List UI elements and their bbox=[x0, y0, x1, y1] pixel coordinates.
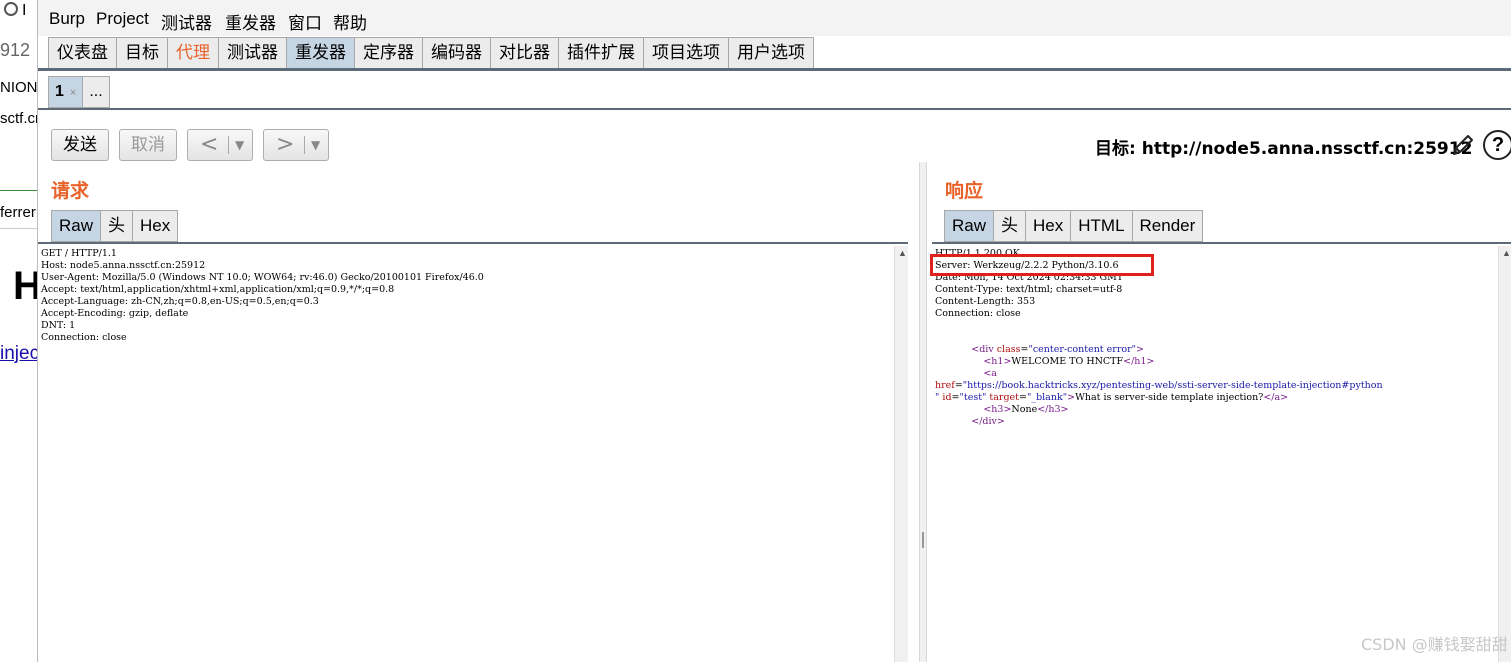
bg-heading-fragment: H bbox=[13, 264, 40, 308]
help-icon[interactable]: ? bbox=[1483, 130, 1511, 160]
main-tabs: 仪表盘 目标 代理 测试器 重发器 定序器 编码器 对比器 插件扩展 项目选项 … bbox=[48, 37, 814, 69]
code-line: Accept: text/html,application/xhtml+xml,… bbox=[41, 284, 395, 295]
bg-text-fragment: NION bbox=[0, 79, 38, 96]
code-line: " id="test" target="_blank">What is serv… bbox=[935, 392, 1289, 403]
radio-icon[interactable] bbox=[4, 2, 18, 16]
code-line: <h1>WELCOME TO HNCTF</h1> bbox=[983, 356, 1155, 367]
main-tabs-underline bbox=[38, 68, 1511, 71]
tab-sequencer[interactable]: 定序器 bbox=[354, 37, 422, 69]
send-button[interactable]: 发送 bbox=[51, 129, 109, 161]
menu-project[interactable]: Project bbox=[96, 9, 149, 29]
bg-text-fragment: sctf.cr bbox=[0, 110, 40, 127]
back-button[interactable]: < ▼ bbox=[187, 129, 253, 161]
repeater-subtabs: 1 × ... bbox=[48, 76, 110, 108]
tab-proxy[interactable]: 代理 bbox=[167, 37, 218, 69]
bg-text-fragment: 912 bbox=[0, 40, 31, 60]
response-tab-raw[interactable]: Raw bbox=[944, 210, 994, 242]
forward-button[interactable]: > ▼ bbox=[263, 129, 329, 161]
tab-project-options[interactable]: 项目选项 bbox=[643, 37, 728, 69]
response-tab-render[interactable]: Render bbox=[1131, 210, 1204, 242]
code-line: GET / HTTP/1.1 bbox=[41, 248, 117, 259]
tab-extender[interactable]: 插件扩展 bbox=[558, 37, 643, 69]
split-separator bbox=[304, 136, 305, 154]
cancel-button[interactable]: 取消 bbox=[119, 129, 177, 161]
pencil-icon[interactable] bbox=[1449, 131, 1477, 159]
watermark: CSDN @赚钱娶甜甜 bbox=[1361, 635, 1508, 654]
code-line: Connection: close bbox=[935, 308, 1021, 319]
background-browser-page: I 912 NION sctf.cr ferrer H injec bbox=[0, 0, 40, 662]
request-scrollbar[interactable]: ▲ bbox=[894, 246, 908, 662]
menu-help[interactable]: 帮助 bbox=[333, 9, 367, 34]
subtabs-underline bbox=[38, 108, 1511, 110]
code-line: Accept-Encoding: gzip, deflate bbox=[41, 308, 189, 319]
menu-window[interactable]: 窗口 bbox=[288, 9, 322, 34]
menu-repeater[interactable]: 重发器 bbox=[225, 9, 276, 34]
menubar: Burp Project 测试器 重发器 窗口 帮助 bbox=[38, 0, 1511, 36]
response-editor[interactable]: HTTP/1.1 200 OK Server: Werkzeug/2.2.2 Py… bbox=[932, 242, 1511, 662]
bg-text-fragment: ferrer bbox=[0, 204, 36, 221]
chevron-down-icon[interactable]: ▼ bbox=[235, 130, 244, 160]
repeater-tab-label: 1 bbox=[55, 83, 64, 100]
response-tab-html[interactable]: HTML bbox=[1070, 210, 1132, 242]
splitter-grip[interactable] bbox=[922, 532, 924, 548]
code-line: Content-Length: 353 bbox=[935, 296, 1036, 307]
code-line: Connection: close bbox=[41, 332, 127, 343]
back-arrow-icon: < bbox=[200, 132, 219, 157]
request-editor[interactable]: GET / HTTP/1.1 Host: node5.anna.nssctf.cn… bbox=[38, 242, 908, 662]
target-label: 目标: http://node5.anna.nssctf.cn:25912 bbox=[1095, 139, 1473, 159]
request-tab-hex[interactable]: Hex bbox=[132, 210, 179, 242]
burp-window: Burp Project 测试器 重发器 窗口 帮助 仪表盘 目标 代理 测试器… bbox=[37, 0, 1511, 662]
response-view-tabs: Raw 头 Hex HTML Render bbox=[944, 210, 1204, 242]
bg-link-fragment[interactable]: injec bbox=[0, 343, 39, 365]
code-line: <div class="center-content error"> bbox=[971, 344, 1144, 355]
tab-target[interactable]: 目标 bbox=[116, 37, 167, 69]
forward-arrow-icon: > bbox=[276, 132, 295, 157]
code-line: Content-Type: text/html; charset=utf-8 bbox=[935, 284, 1123, 295]
scroll-up-icon[interactable]: ▲ bbox=[898, 248, 907, 258]
request-tab-headers[interactable]: 头 bbox=[100, 210, 133, 242]
repeater-tab-1[interactable]: 1 × bbox=[48, 76, 83, 108]
code-line: User-Agent: Mozilla/5.0 (Windows NT 10.0… bbox=[41, 272, 484, 283]
response-tab-hex[interactable]: Hex bbox=[1025, 210, 1071, 242]
code-line: Accept-Language: zh-CN,zh;q=0.8,en-US;q=… bbox=[41, 296, 319, 307]
menu-burp[interactable]: Burp bbox=[49, 9, 85, 29]
repeater-toolbar: 发送 取消 < ▼ > ▼ bbox=[51, 129, 329, 161]
repeater-tab-new[interactable]: ... bbox=[82, 76, 110, 108]
bg-divider bbox=[0, 190, 40, 191]
response-scrollbar[interactable]: ▲ bbox=[1498, 246, 1511, 662]
pane-splitter[interactable] bbox=[919, 162, 927, 662]
scroll-up-icon[interactable]: ▲ bbox=[1502, 248, 1511, 258]
code-line: <h3>None</h3> bbox=[983, 404, 1069, 415]
tab-user-options[interactable]: 用户选项 bbox=[728, 37, 814, 69]
code-line: DNT: 1 bbox=[41, 320, 76, 331]
tab-comparer[interactable]: 对比器 bbox=[490, 37, 558, 69]
tab-intruder[interactable]: 测试器 bbox=[218, 37, 286, 69]
request-text[interactable]: GET / HTTP/1.1 Host: node5.anna.nssctf.cn… bbox=[41, 248, 484, 344]
tab-repeater[interactable]: 重发器 bbox=[286, 37, 354, 69]
response-tab-headers[interactable]: 头 bbox=[993, 210, 1026, 242]
chevron-down-icon[interactable]: ▼ bbox=[311, 130, 320, 160]
tab-dashboard[interactable]: 仪表盘 bbox=[48, 37, 116, 69]
menu-intruder[interactable]: 测试器 bbox=[161, 9, 212, 34]
server-header-highlight bbox=[930, 254, 1154, 276]
request-title: 请求 bbox=[51, 180, 90, 202]
code-line: Host: node5.anna.nssctf.cn:25912 bbox=[41, 260, 206, 271]
close-icon[interactable]: × bbox=[70, 87, 76, 99]
response-title: 响应 bbox=[945, 180, 984, 202]
bg-text-fragment: I bbox=[22, 2, 27, 19]
tab-decoder[interactable]: 编码器 bbox=[422, 37, 490, 69]
code-line: href="https://book.hacktricks.xyz/pentes… bbox=[935, 380, 1383, 391]
request-view-tabs: Raw 头 Hex bbox=[51, 210, 179, 242]
bg-divider bbox=[0, 228, 40, 229]
split-separator bbox=[228, 136, 229, 154]
code-line: </div> bbox=[971, 416, 1005, 427]
request-tab-raw[interactable]: Raw bbox=[51, 210, 101, 242]
code-line: <a bbox=[983, 368, 997, 379]
